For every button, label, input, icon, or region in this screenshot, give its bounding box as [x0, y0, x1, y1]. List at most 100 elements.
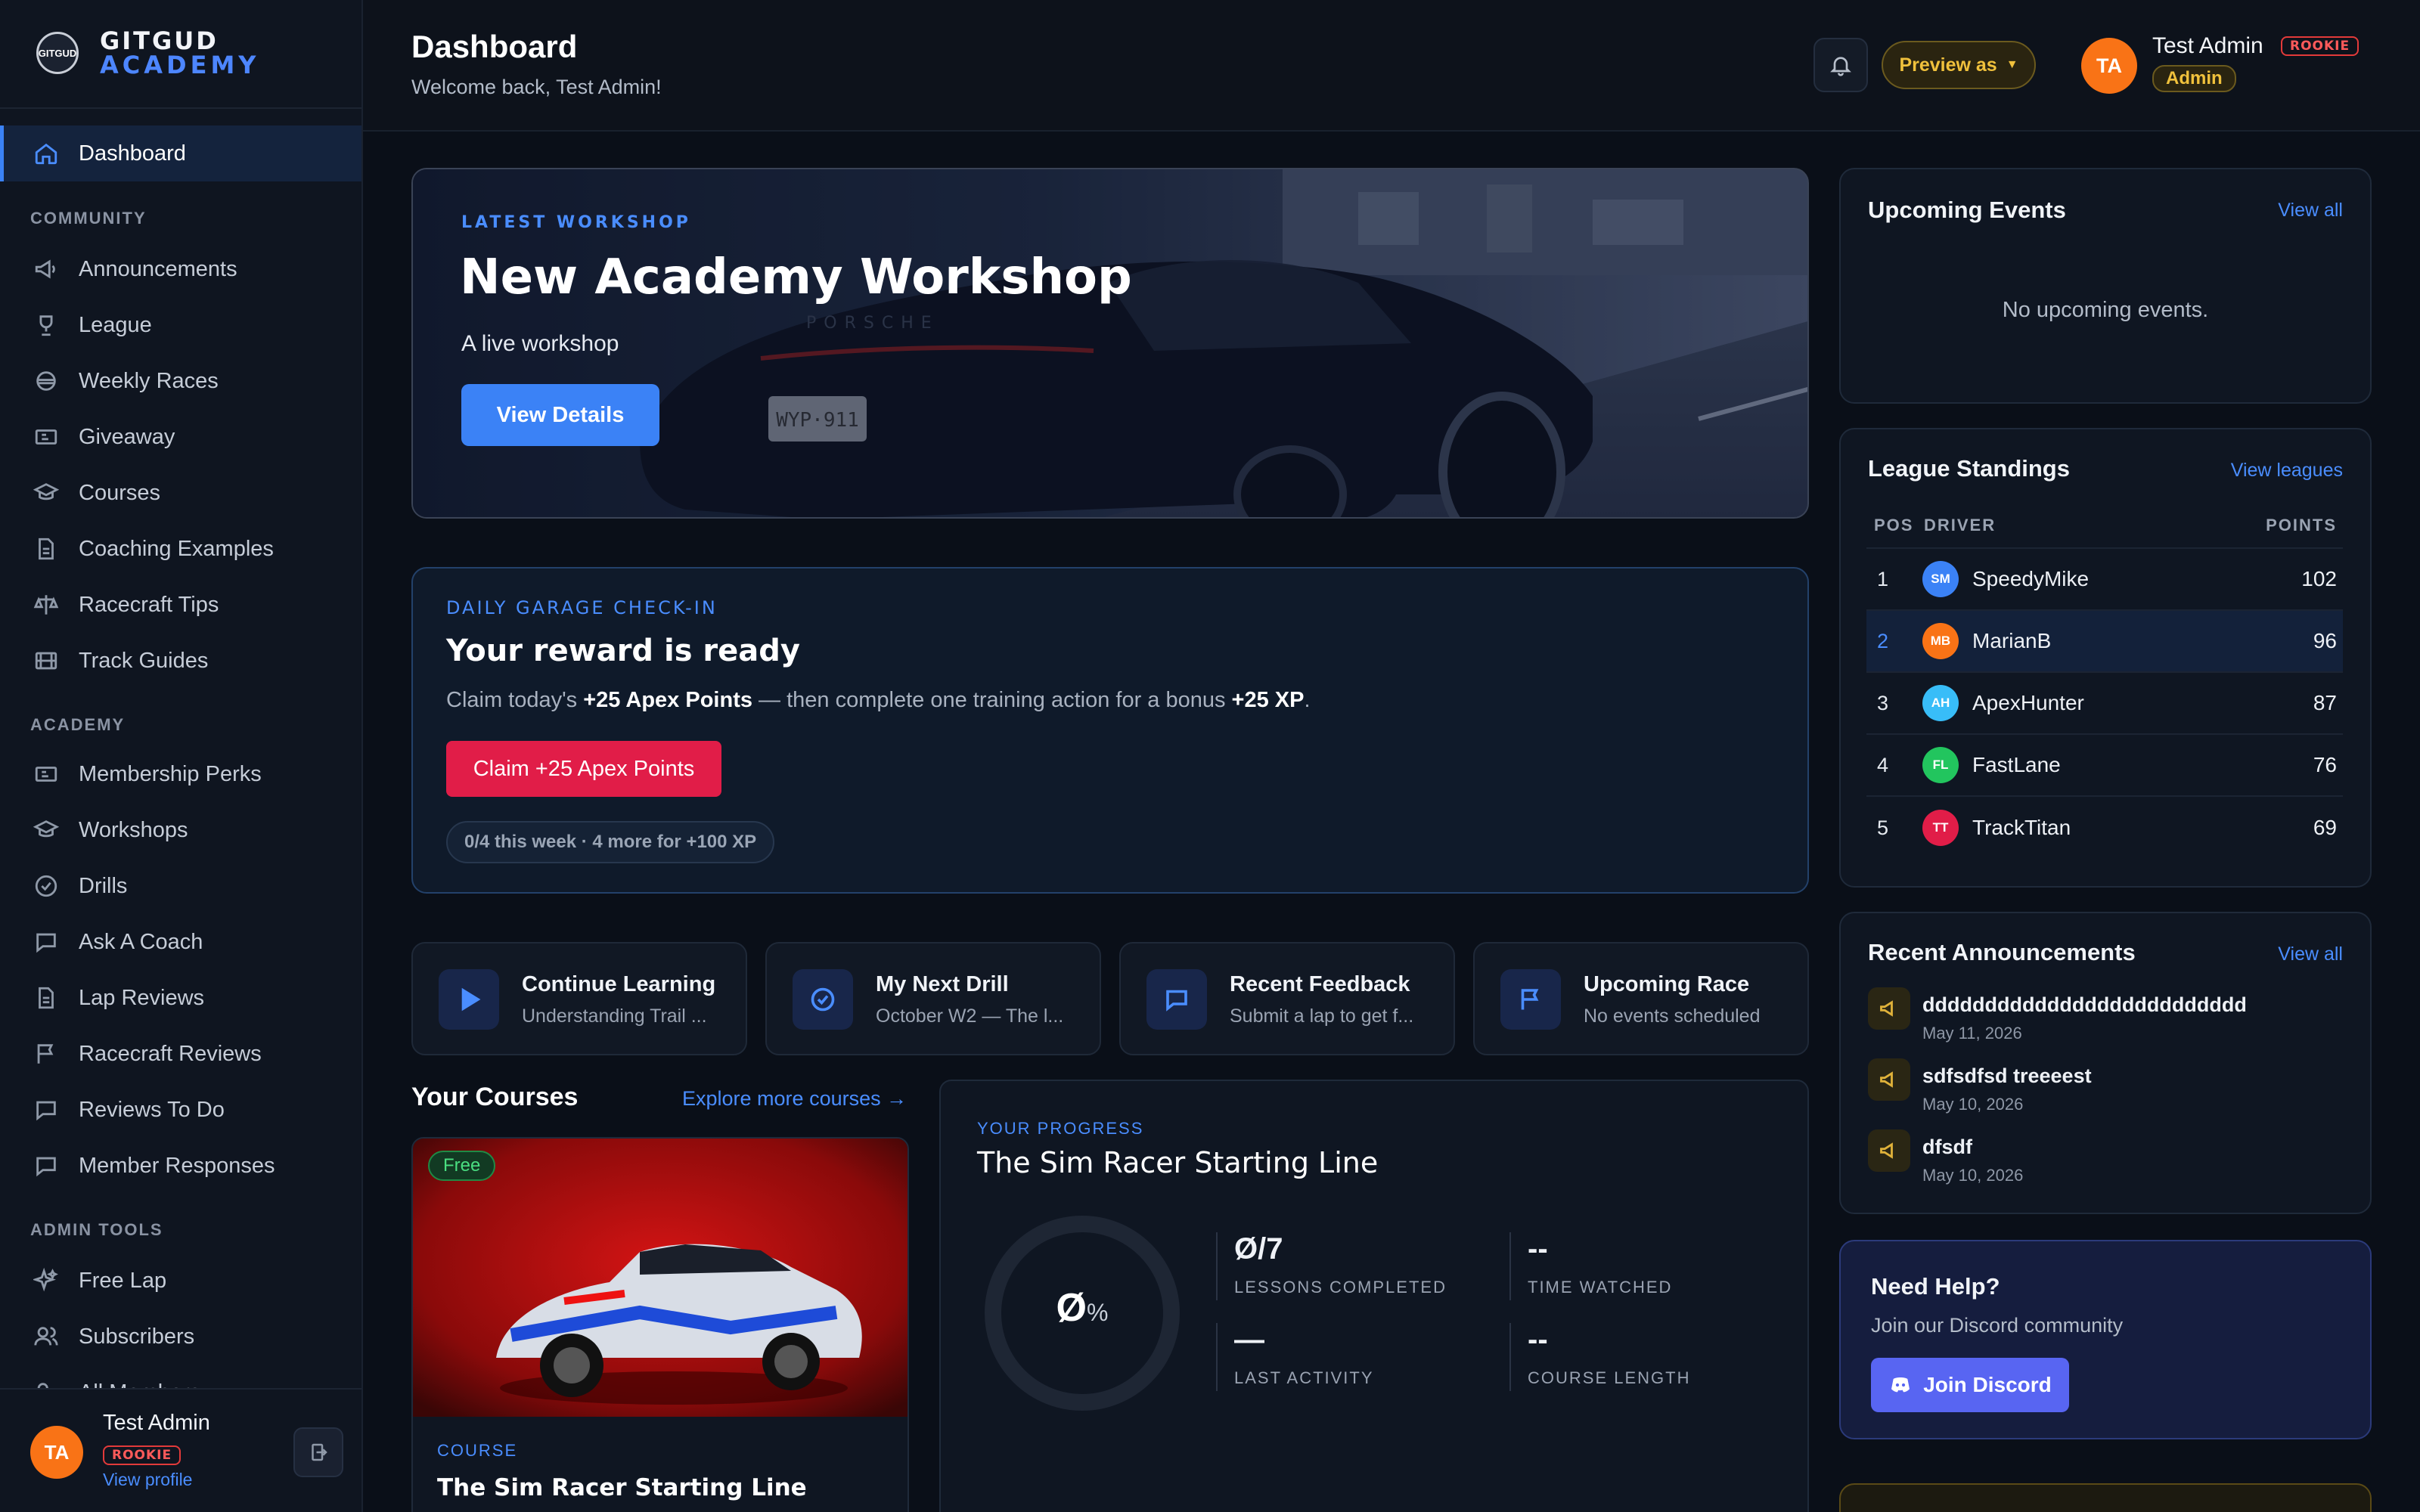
avatar[interactable]: TA [30, 1426, 83, 1479]
sidebar-item-member-responses[interactable]: Member Responses [33, 1151, 275, 1181]
standings-row[interactable]: 3 AH ApexHunter 87 [1866, 673, 2343, 735]
graduation-cap-icon [33, 480, 59, 506]
ticket-icon [33, 761, 59, 787]
sidebar-item-racecraft-reviews[interactable]: Racecraft Reviews [33, 1039, 262, 1069]
progress-percent-value: Ø [1056, 1286, 1087, 1330]
recent-announcements-card: Recent Announcements View all [1839, 912, 2372, 1214]
preview-as-dropdown[interactable]: Preview as ▼ [1882, 41, 2036, 89]
upcoming-race-card[interactable]: Upcoming Race No events scheduled [1473, 942, 1809, 1055]
apex-points-highlight: +25 Apex Points [583, 688, 752, 712]
notifications-button[interactable] [1813, 38, 1868, 92]
sidebar-item-membership-perks[interactable]: Membership Perks [33, 759, 262, 789]
sidebar-item-courses[interactable]: Courses [33, 478, 160, 508]
events-empty-state: No upcoming events. [2002, 298, 2209, 322]
checkin-desc-part: — then complete one training action for … [752, 688, 1232, 712]
checkin-desc-part: . [1304, 688, 1311, 712]
standings-row[interactable]: 1 SM SpeedyMike 102 [1866, 549, 2343, 611]
play-icon [439, 969, 499, 1030]
stat-divider [1216, 1232, 1218, 1300]
header-user-name[interactable]: Test Admin [2152, 33, 2263, 59]
sidebar-item-subscribers[interactable]: Subscribers [33, 1321, 194, 1352]
sidebar-item-label: Racecraft Reviews [79, 1041, 262, 1066]
announcement-date: May 10, 2026 [1922, 1166, 2024, 1185]
sidebar-item-drills[interactable]: Drills [33, 871, 127, 901]
sidebar-divider [0, 107, 361, 109]
sidebar-item-label: Workshops [79, 817, 188, 842]
view-leagues-link[interactable]: View leagues [2231, 460, 2343, 482]
next-drill-card[interactable]: My Next Drill October W2 — The l... [765, 942, 1101, 1055]
sidebar-item-lap-reviews[interactable]: Lap Reviews [33, 983, 204, 1013]
standing-pos: 2 [1877, 629, 1889, 652]
sidebar-item-weekly-races[interactable]: Weekly Races [33, 366, 219, 396]
sidebar-item-racecraft-tips[interactable]: Racecraft Tips [33, 590, 219, 620]
promo-card-partial [1839, 1483, 2372, 1512]
hero-eyebrow: LATEST WORKSHOP [461, 213, 691, 232]
helmet-icon [33, 368, 59, 394]
continue-learning-card[interactable]: Continue Learning Understanding Trail ..… [411, 942, 747, 1055]
events-view-all-link[interactable]: View all [2278, 200, 2343, 222]
sidebar-item-giveaway[interactable]: Giveaway [33, 422, 175, 452]
check-circle-icon [793, 969, 853, 1030]
explore-courses-link[interactable]: Explore more courses → [682, 1087, 907, 1111]
checkin-desc-part: Claim today's [446, 688, 584, 712]
time-watched-label: TIME WATCHED [1528, 1278, 1673, 1297]
sidebar-item-reviews-to-do[interactable]: Reviews To Do [33, 1095, 225, 1125]
logo-badge-icon: GITGUD [36, 32, 79, 74]
standings-row-highlighted[interactable]: 2 MB MarianB 96 [1866, 611, 2343, 673]
sidebar-item-announcements[interactable]: Announcements [33, 254, 237, 284]
checkin-eyebrow: DAILY GARAGE CHECK-IN [446, 597, 718, 618]
announcement-title[interactable]: sdfsdfsd treeeest [1922, 1064, 2092, 1088]
sidebar-item-league[interactable]: League [33, 310, 152, 340]
col-header-pos: POS [1874, 516, 1914, 534]
brand-logo[interactable]: GITGUD GITGUD ACADEMY [36, 29, 259, 77]
checkin-title: Your reward is ready [446, 634, 800, 668]
announcement-date: May 11, 2026 [1922, 1024, 2022, 1043]
rookie-badge: ROOKIE [2281, 36, 2360, 56]
standings-title: League Standings [1868, 455, 2070, 482]
check-circle-icon [33, 873, 59, 899]
megaphone-icon [1868, 1058, 1910, 1101]
logo-badge-text: GITGUD [38, 47, 77, 59]
top-header: Dashboard Welcome back, Test Admin! Prev… [363, 0, 2420, 132]
driver-avatar: MB [1922, 623, 1959, 659]
ticket-icon [33, 424, 59, 450]
header-avatar[interactable]: TA [2081, 38, 2137, 94]
course-thumbnail-image [413, 1139, 908, 1417]
checkin-description: Claim today's +25 Apex Points — then com… [446, 688, 1311, 713]
course-card[interactable]: Free COURSE The Sim Racer Starting Line [411, 1137, 909, 1512]
chat-icon [33, 1153, 59, 1179]
announcement-title[interactable]: dfsdf [1922, 1136, 1972, 1159]
rookie-badge: ROOKIE [103, 1445, 182, 1465]
course-title: The Sim Racer Starting Line [437, 1474, 807, 1501]
view-details-button[interactable]: View Details [461, 384, 659, 446]
standings-row[interactable]: 5 TT TrackTitan 69 [1866, 797, 2343, 859]
standing-pos: 3 [1877, 691, 1889, 714]
sidebar-item-label: Reviews To Do [79, 1097, 225, 1122]
claim-points-button[interactable]: Claim +25 Apex Points [446, 741, 721, 797]
recent-feedback-card[interactable]: Recent Feedback Submit a lap to get f... [1119, 942, 1455, 1055]
view-profile-link[interactable]: View profile [103, 1470, 192, 1490]
sidebar-item-dashboard[interactable]: Dashboard [33, 138, 186, 169]
join-discord-button[interactable]: Join Discord [1871, 1358, 2069, 1412]
sidebar-item-label: Ask A Coach [79, 929, 203, 954]
announcements-view-all-link[interactable]: View all [2278, 943, 2343, 965]
standings-row[interactable]: 4 FL FastLane 76 [1866, 735, 2343, 797]
sidebar-item-ask-a-coach[interactable]: Ask A Coach [33, 927, 203, 957]
users-icon [33, 1324, 59, 1349]
progress-card: YOUR PROGRESS The Sim Racer Starting Lin… [939, 1080, 1809, 1512]
announcement-title[interactable]: dddddddddddddddddddddddddd [1922, 993, 2247, 1017]
megaphone-icon [1868, 1129, 1910, 1172]
preview-as-label: Preview as [1899, 54, 1997, 76]
role-badge: Admin [2152, 65, 2236, 92]
sidebar-item-coaching-examples[interactable]: Coaching Examples [33, 534, 274, 564]
progress-title: The Sim Racer Starting Line [977, 1146, 1379, 1179]
standing-pos: 5 [1877, 816, 1889, 839]
chat-icon [33, 1097, 59, 1123]
standing-pos: 1 [1877, 567, 1889, 590]
logout-button[interactable] [293, 1427, 343, 1477]
help-subtitle: Join our Discord community [1871, 1314, 2124, 1337]
sidebar-item-free-lap[interactable]: Free Lap [33, 1266, 166, 1296]
stat-divider [1509, 1232, 1511, 1300]
sidebar-item-track-guides[interactable]: Track Guides [33, 646, 208, 676]
sidebar-item-workshops[interactable]: Workshops [33, 815, 188, 845]
